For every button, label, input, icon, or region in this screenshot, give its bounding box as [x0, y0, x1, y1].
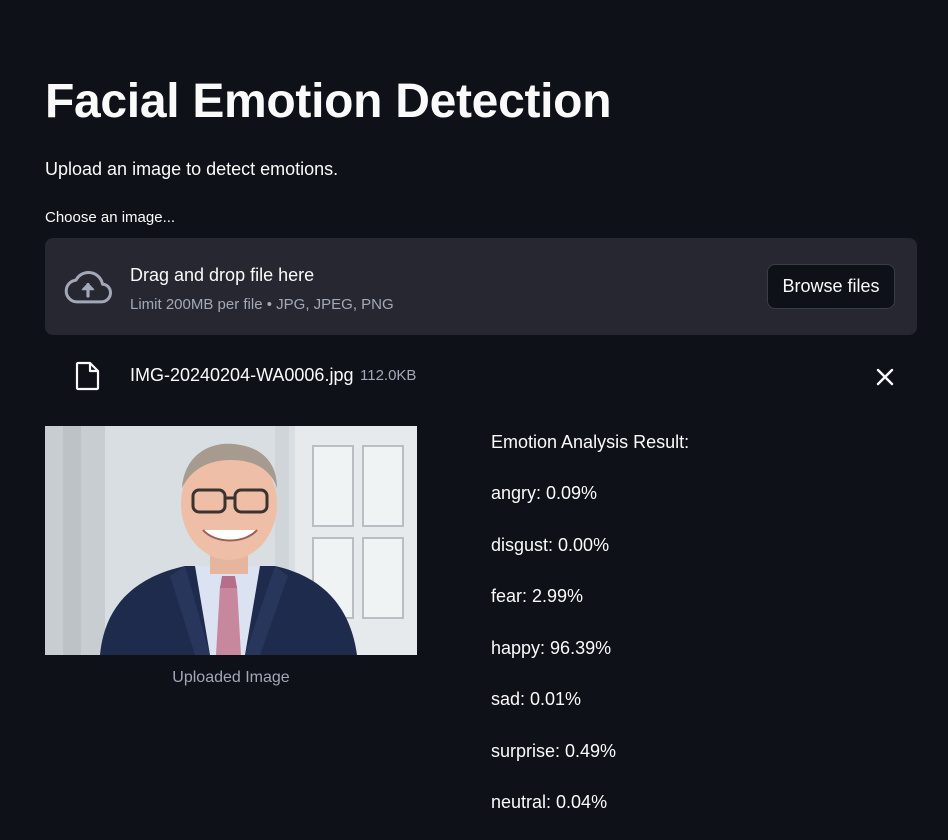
page-subtitle: Upload an image to detect emotions. — [45, 159, 339, 179]
app-page: Facial Emotion Detection Upload an image… — [0, 0, 948, 840]
result-sad: sad: 0.01% — [491, 689, 582, 709]
result-fear: fear: 2.99% — [491, 586, 584, 606]
page-title: Facial Emotion Detection — [45, 75, 612, 128]
image-caption: Uploaded Image — [172, 669, 290, 686]
result-disgust: disgust: 0.00% — [491, 535, 610, 555]
result-happy: happy: 96.39% — [491, 638, 612, 658]
result-angry: angry: 0.09% — [491, 483, 598, 503]
uploaded-image — [45, 426, 417, 655]
dropzone-instructions: Drag and drop file here — [130, 265, 315, 285]
result-neutral: neutral: 0.04% — [491, 792, 608, 812]
cloud-upload-icon — [64, 271, 112, 304]
uploaded-file-name: IMG-20240204-WA0006.jpg — [130, 365, 354, 385]
uploaded-file-size: 112.0KB — [360, 367, 417, 384]
uploaded-photo — [45, 426, 417, 655]
browse-files-button[interactable]: Browse files — [767, 264, 895, 309]
file-dropzone[interactable]: Drag and drop file here Limit 200MB per … — [45, 238, 917, 335]
uploaded-file-row: IMG-20240204-WA0006.jpg 112.0KB — [45, 355, 917, 397]
close-icon[interactable] — [873, 365, 897, 389]
file-icon — [75, 361, 100, 391]
results-heading: Emotion Analysis Result: — [491, 432, 690, 452]
dropzone-limit-text: Limit 200MB per file • JPG, JPEG, PNG — [130, 296, 394, 313]
result-surprise: surprise: 0.49% — [491, 741, 617, 761]
file-uploader-label: Choose an image... — [45, 209, 176, 226]
